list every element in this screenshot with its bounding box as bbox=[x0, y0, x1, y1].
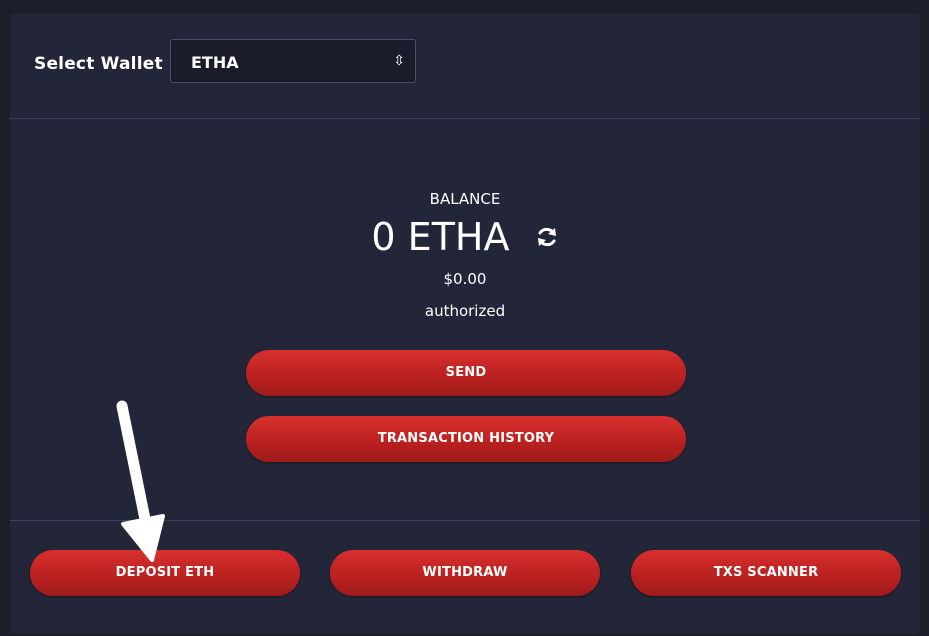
up-down-arrows-icon: ⇳ bbox=[393, 53, 405, 69]
wallet-panel: Select Wallet ETHA ⇳ BALANCE 0 ETHA $0.0… bbox=[10, 14, 920, 634]
divider-bottom bbox=[10, 520, 920, 521]
wallet-select-value: ETHA bbox=[191, 53, 239, 72]
wallet-selector-row: Select Wallet ETHA ⇳ bbox=[10, 14, 920, 118]
wallet-select[interactable]: ETHA ⇳ bbox=[170, 39, 416, 83]
send-button[interactable]: SEND bbox=[246, 350, 686, 396]
transaction-history-button[interactable]: TRANSACTION HISTORY bbox=[246, 416, 686, 462]
balance-amount: 0 ETHA bbox=[371, 215, 510, 259]
balance-row: 0 ETHA bbox=[10, 214, 920, 260]
fiat-balance: $0.00 bbox=[443, 270, 487, 288]
refresh-icon[interactable] bbox=[535, 225, 559, 249]
auth-status: authorized bbox=[424, 302, 506, 320]
divider-top bbox=[10, 118, 920, 119]
deposit-eth-button[interactable]: DEPOSIT ETH bbox=[30, 550, 300, 596]
select-wallet-label: Select Wallet bbox=[34, 54, 163, 74]
withdraw-button[interactable]: WITHDRAW bbox=[330, 550, 600, 596]
balance-label: BALANCE bbox=[429, 190, 501, 208]
txs-scanner-button[interactable]: TXS SCANNER bbox=[631, 550, 901, 596]
